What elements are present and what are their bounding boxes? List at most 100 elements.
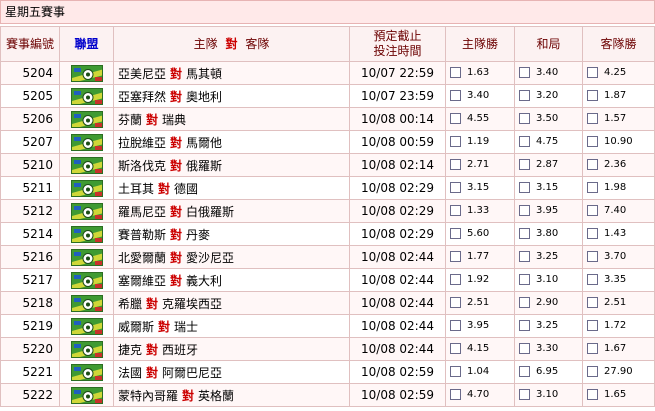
away-win-checkbox[interactable] — [587, 136, 598, 148]
draw-checkbox[interactable] — [519, 67, 530, 79]
away-team: 瑞典 — [162, 112, 187, 127]
away-win-checkbox[interactable] — [587, 182, 598, 194]
league-cell — [59, 291, 114, 315]
header-league[interactable]: 聯盟 — [59, 26, 114, 62]
draw-checkbox[interactable] — [519, 113, 530, 125]
vs-label: 對 — [170, 135, 183, 150]
away-win-checkbox[interactable] — [587, 297, 598, 309]
home-win-checkbox[interactable] — [450, 274, 461, 286]
away-win-cell: 1.43 — [582, 222, 655, 246]
home-win-checkbox[interactable] — [450, 297, 461, 309]
draw-odds: 3.10 — [536, 389, 559, 401]
table-row: 5216 北愛爾蘭對愛沙尼亞 10/08 02:44 1.77 3.25 3.7… — [0, 245, 655, 269]
match-cell: 法國對阿爾巴尼亞 — [113, 360, 350, 384]
away-win-checkbox[interactable] — [587, 113, 598, 125]
draw-cell: 3.25 — [514, 245, 583, 269]
draw-checkbox[interactable] — [519, 320, 530, 332]
league-badge-icon[interactable] — [70, 202, 103, 220]
deadline-time: 10/08 02:29 — [349, 199, 446, 223]
draw-checkbox[interactable] — [519, 136, 530, 148]
home-win-cell: 4.70 — [445, 383, 515, 407]
league-badge-icon[interactable] — [70, 340, 103, 358]
away-win-checkbox[interactable] — [587, 205, 598, 217]
league-badge-icon[interactable] — [70, 87, 103, 105]
draw-checkbox[interactable] — [519, 343, 530, 355]
home-win-odds: 4.15 — [467, 343, 490, 355]
league-badge-icon[interactable] — [70, 294, 103, 312]
home-win-checkbox[interactable] — [450, 182, 461, 194]
draw-odds: 6.95 — [536, 366, 559, 378]
away-win-checkbox[interactable] — [587, 90, 598, 102]
league-cell — [59, 199, 114, 223]
home-win-cell: 4.55 — [445, 107, 515, 131]
away-win-cell: 10.90 — [582, 130, 655, 154]
draw-checkbox[interactable] — [519, 159, 530, 171]
draw-odds: 3.20 — [536, 90, 559, 102]
draw-odds: 3.10 — [536, 274, 559, 286]
deadline-time: 10/08 02:29 — [349, 222, 446, 246]
match-table: 賽事編號 聯盟 主隊 對 客隊 預定截止 投注時間 主隊勝 和局 客隊勝 520… — [0, 26, 655, 407]
draw-cell: 3.95 — [514, 199, 583, 223]
home-win-checkbox[interactable] — [450, 251, 461, 263]
home-win-checkbox[interactable] — [450, 67, 461, 79]
home-win-checkbox[interactable] — [450, 228, 461, 240]
draw-checkbox[interactable] — [519, 297, 530, 309]
home-win-checkbox[interactable] — [450, 205, 461, 217]
home-win-checkbox[interactable] — [450, 320, 461, 332]
home-win-checkbox[interactable] — [450, 343, 461, 355]
home-win-odds: 3.40 — [467, 90, 490, 102]
league-cell — [59, 360, 114, 384]
away-team: 俄羅斯 — [186, 158, 223, 173]
away-win-checkbox[interactable] — [587, 366, 598, 378]
home-win-checkbox[interactable] — [450, 136, 461, 148]
draw-checkbox[interactable] — [519, 90, 530, 102]
match-number: 5212 — [0, 199, 60, 223]
away-win-checkbox[interactable] — [587, 159, 598, 171]
home-team: 亞美尼亞 — [118, 66, 167, 81]
draw-checkbox[interactable] — [519, 389, 530, 401]
league-badge-icon[interactable] — [70, 317, 103, 335]
league-badge-icon[interactable] — [70, 225, 103, 243]
deadline-time: 10/08 02:59 — [349, 360, 446, 384]
away-win-checkbox[interactable] — [587, 67, 598, 79]
draw-cell: 3.10 — [514, 383, 583, 407]
home-win-checkbox[interactable] — [450, 366, 461, 378]
table-row: 5217 塞爾維亞對義大利 10/08 02:44 1.92 3.10 3.35 — [0, 268, 655, 292]
league-badge-icon[interactable] — [70, 386, 103, 404]
draw-odds: 3.95 — [536, 205, 559, 217]
away-win-cell: 3.70 — [582, 245, 655, 269]
vs-label: 對 — [170, 66, 183, 81]
league-badge-icon[interactable] — [70, 363, 103, 381]
draw-checkbox[interactable] — [519, 274, 530, 286]
away-win-checkbox[interactable] — [587, 228, 598, 240]
draw-cell: 3.15 — [514, 176, 583, 200]
home-win-checkbox[interactable] — [450, 113, 461, 125]
away-win-checkbox[interactable] — [587, 251, 598, 263]
draw-cell: 3.30 — [514, 337, 583, 361]
draw-checkbox[interactable] — [519, 182, 530, 194]
home-win-checkbox[interactable] — [450, 389, 461, 401]
table-row: 5214 賽普勒斯對丹麥 10/08 02:29 5.60 3.80 1.43 — [0, 222, 655, 246]
league-badge-icon[interactable] — [70, 179, 103, 197]
away-win-checkbox[interactable] — [587, 389, 598, 401]
league-badge-icon[interactable] — [70, 110, 103, 128]
league-badge-icon[interactable] — [70, 248, 103, 266]
away-win-checkbox[interactable] — [587, 274, 598, 286]
league-badge-icon[interactable] — [70, 271, 103, 289]
home-win-checkbox[interactable] — [450, 159, 461, 171]
match-number: 5222 — [0, 383, 60, 407]
league-badge-icon[interactable] — [70, 64, 103, 82]
deadline-time: 10/08 02:44 — [349, 337, 446, 361]
home-win-checkbox[interactable] — [450, 90, 461, 102]
league-badge-icon[interactable] — [70, 156, 103, 174]
away-win-checkbox[interactable] — [587, 343, 598, 355]
draw-checkbox[interactable] — [519, 228, 530, 240]
draw-cell: 3.25 — [514, 314, 583, 338]
draw-checkbox[interactable] — [519, 205, 530, 217]
draw-checkbox[interactable] — [519, 366, 530, 378]
draw-checkbox[interactable] — [519, 251, 530, 263]
league-badge-icon[interactable] — [70, 133, 103, 151]
table-row: 5204 亞美尼亞對馬其頓 10/07 22:59 1.63 3.40 4.25 — [0, 61, 655, 85]
away-win-checkbox[interactable] — [587, 320, 598, 332]
header-draw: 和局 — [514, 26, 583, 62]
